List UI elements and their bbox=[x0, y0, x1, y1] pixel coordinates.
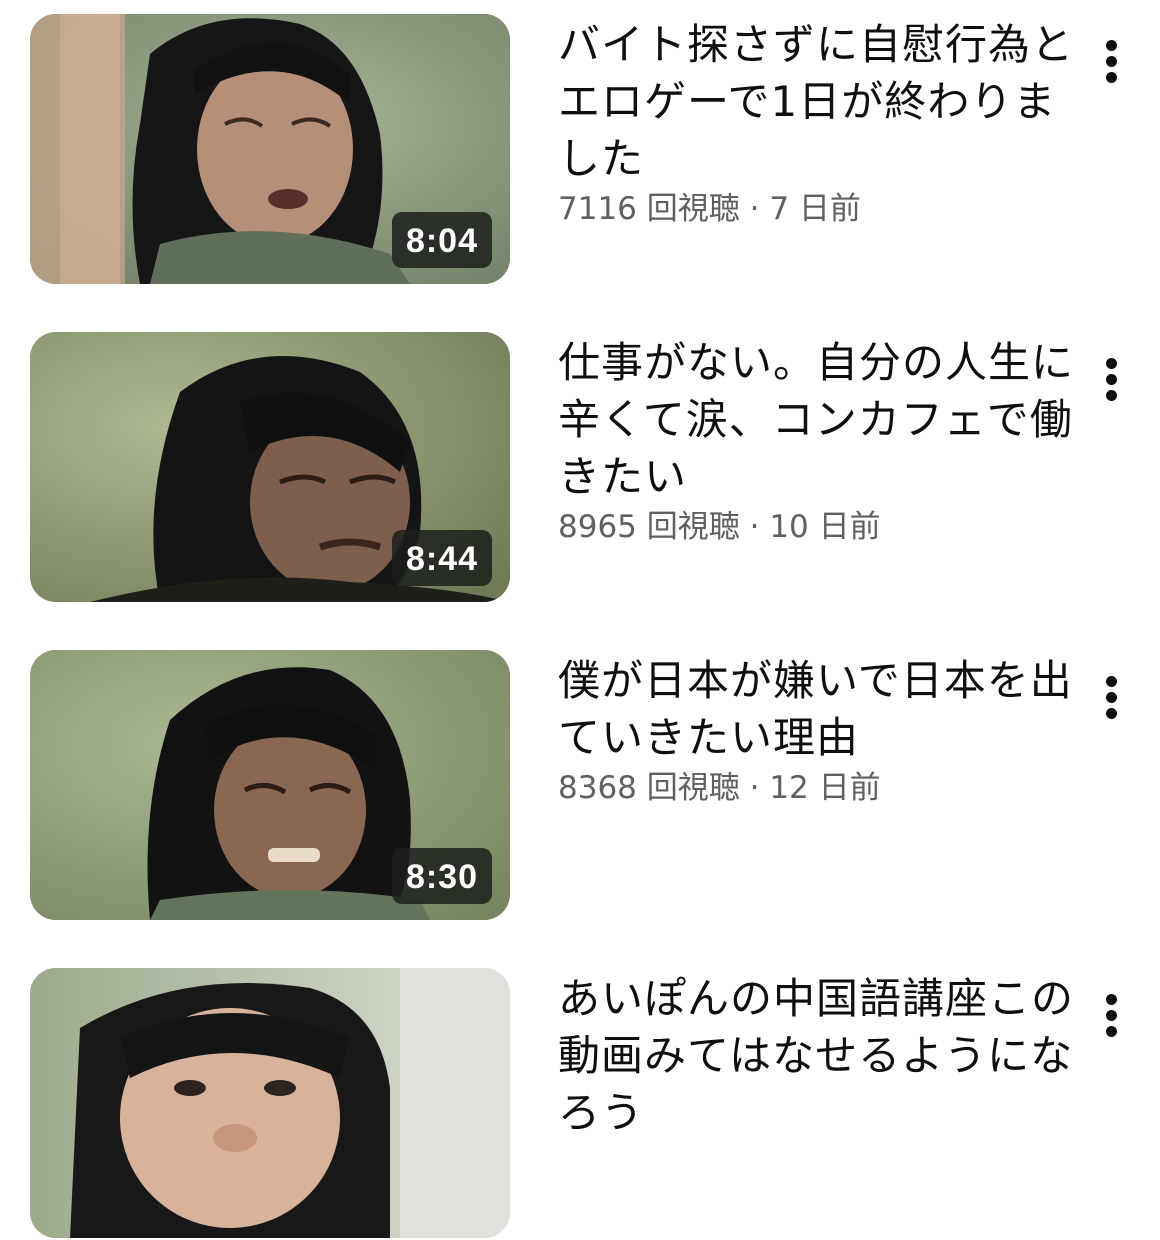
meta-separator: · bbox=[749, 509, 760, 545]
meta-separator: · bbox=[749, 191, 760, 227]
view-count: 8965 回視聴 bbox=[558, 509, 740, 545]
more-vert-icon[interactable] bbox=[1092, 28, 1132, 92]
more-vert-icon[interactable] bbox=[1092, 664, 1132, 728]
meta-separator: · bbox=[749, 770, 760, 806]
video-info: バイト探さずに自慰行為とエロゲーで1日が終わりました 7116 回視聴 · 7 … bbox=[558, 16, 1078, 229]
view-count: 7116 回視聴 bbox=[558, 191, 740, 227]
thumbnail-image bbox=[30, 968, 510, 1238]
video-duration-badge: 8:44 bbox=[391, 530, 492, 586]
video-item[interactable]: 8:04 バイト探さずに自慰行為とエロゲーで1日が終わりました 7116 回視聴… bbox=[0, 14, 1160, 286]
video-meta: 8368 回視聴 · 12 日前 bbox=[558, 768, 1078, 808]
video-item[interactable]: 8:44 仕事がない。自分の人生に辛くて涙、コンカフェで働きたい 8965 回視… bbox=[0, 332, 1160, 604]
video-info: 僕が日本が嫌いで日本を出ていきたい理由 8368 回視聴 · 12 日前 bbox=[558, 652, 1078, 808]
upload-age: 10 日前 bbox=[769, 509, 881, 545]
video-thumbnail[interactable] bbox=[30, 968, 510, 1238]
video-duration-badge: 8:04 bbox=[391, 212, 492, 268]
video-meta: 7116 回視聴 · 7 日前 bbox=[558, 189, 1078, 229]
video-meta: 8965 回視聴 · 10 日前 bbox=[558, 507, 1078, 547]
video-duration-badge: 8:30 bbox=[391, 848, 492, 904]
video-thumbnail[interactable]: 8:30 bbox=[30, 650, 510, 920]
view-count: 8368 回視聴 bbox=[558, 770, 740, 806]
video-item[interactable]: 8:30 僕が日本が嫌いで日本を出ていきたい理由 8368 回視聴 · 12 日… bbox=[0, 650, 1160, 922]
more-vert-icon[interactable] bbox=[1092, 346, 1132, 410]
video-title[interactable]: あいぽんの中国語講座この動画みてはなせるようになろう bbox=[558, 970, 1078, 1141]
upload-age: 7 日前 bbox=[769, 191, 861, 227]
video-info: あいぽんの中国語講座この動画みてはなせるようになろう bbox=[558, 970, 1078, 1141]
upload-age: 12 日前 bbox=[769, 770, 881, 806]
video-title[interactable]: 仕事がない。自分の人生に辛くて涙、コンカフェで働きたい bbox=[558, 334, 1078, 505]
video-thumbnail[interactable]: 8:04 bbox=[30, 14, 510, 284]
more-vert-icon[interactable] bbox=[1092, 982, 1132, 1046]
video-title[interactable]: バイト探さずに自慰行為とエロゲーで1日が終わりました bbox=[558, 16, 1078, 187]
video-thumbnail[interactable]: 8:44 bbox=[30, 332, 510, 602]
video-info: 仕事がない。自分の人生に辛くて涙、コンカフェで働きたい 8965 回視聴 · 1… bbox=[558, 334, 1078, 547]
video-title[interactable]: 僕が日本が嫌いで日本を出ていきたい理由 bbox=[558, 652, 1078, 766]
video-item[interactable]: あいぽんの中国語講座この動画みてはなせるようになろう bbox=[0, 968, 1160, 1240]
